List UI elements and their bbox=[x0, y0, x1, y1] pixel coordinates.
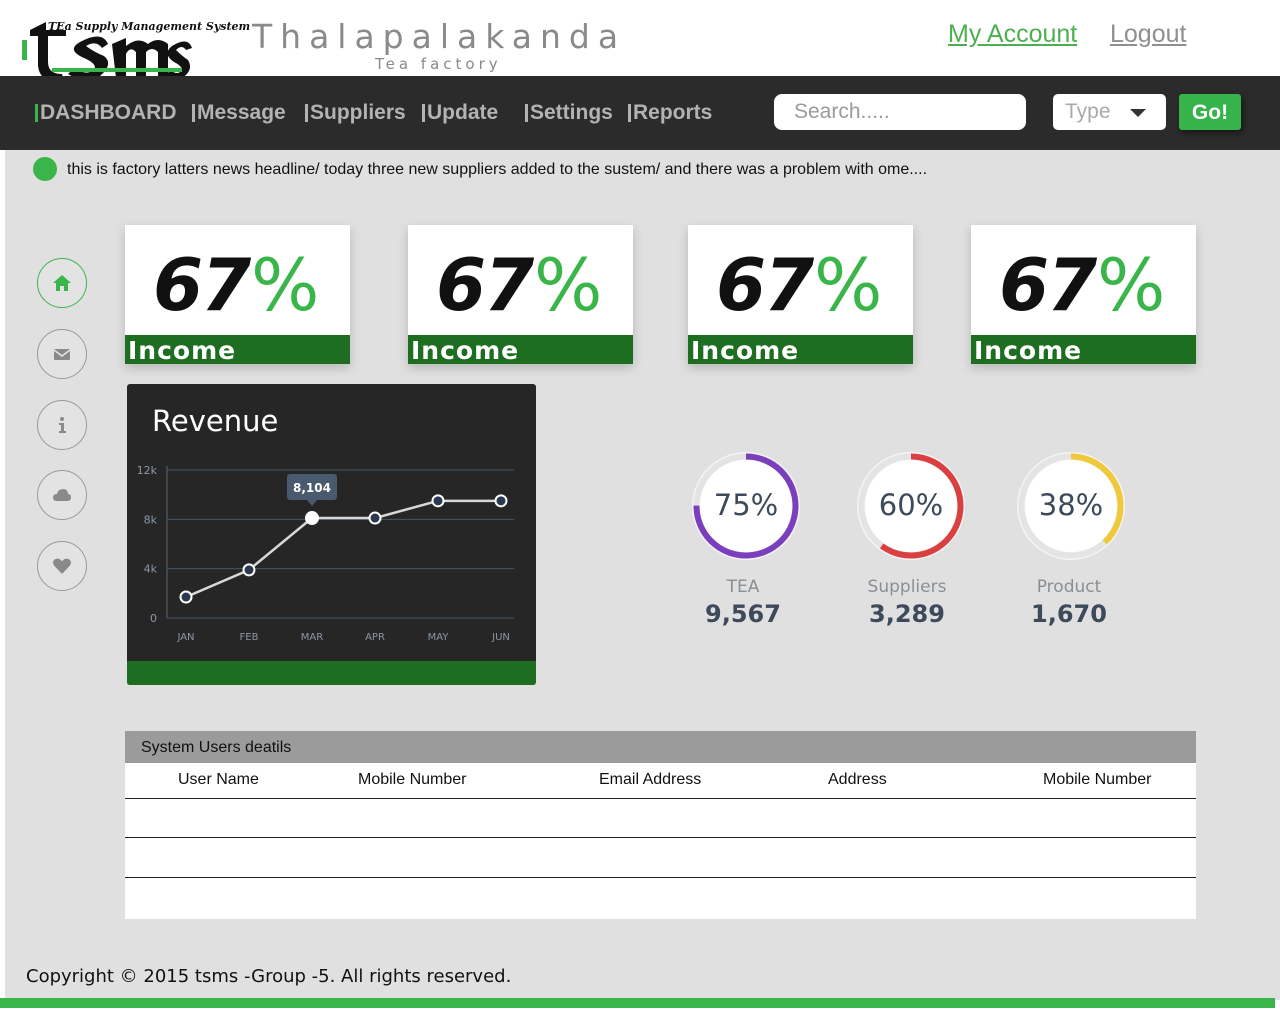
x-tick-label: JUN bbox=[491, 632, 510, 643]
stat-card: 67 % Income bbox=[971, 225, 1196, 365]
home-icon bbox=[53, 275, 71, 291]
product-progress-ring: 38% bbox=[1015, 450, 1127, 562]
stat-value: 67 bbox=[436, 243, 534, 327]
x-tick-label: JAN bbox=[176, 632, 194, 643]
search-input[interactable] bbox=[774, 94, 1014, 130]
suppliers-progress-ring: 60% bbox=[855, 450, 967, 562]
type-dropdown-label: Type bbox=[1065, 100, 1111, 123]
go-button[interactable]: Go! bbox=[1179, 94, 1241, 130]
y-tick-label: 4k bbox=[144, 563, 158, 576]
data-point bbox=[368, 511, 382, 525]
revenue-chart: 0 4k 8k 12k JAN FEB MAR APR MAY JUN 8,104 bbox=[137, 464, 514, 643]
stat-label: Income bbox=[128, 336, 237, 365]
heart-icon bbox=[53, 558, 71, 574]
sidebar-cloud-button[interactable] bbox=[37, 470, 87, 520]
news-indicator-icon bbox=[33, 157, 57, 181]
stat-unit: % bbox=[1097, 243, 1166, 327]
revenue-footer-bar bbox=[127, 661, 536, 685]
logout-link[interactable]: Logout bbox=[1110, 20, 1186, 49]
table-title: System Users deatils bbox=[141, 739, 292, 756]
tooltip-pointer bbox=[307, 500, 317, 507]
factory-subtitle: Tea factory bbox=[375, 55, 502, 73]
column-header-user-name: User Name bbox=[178, 771, 259, 788]
stat-card: 67 % Income bbox=[125, 225, 350, 365]
ring-count: 9,567 bbox=[705, 600, 781, 628]
stat-bar: Income bbox=[125, 335, 350, 365]
footer-accent-bar bbox=[0, 998, 1275, 1008]
stat-label: Income bbox=[974, 336, 1083, 365]
stat-card: 67 % Income bbox=[408, 225, 633, 365]
column-header-mobile-number-2: Mobile Number bbox=[1043, 771, 1152, 788]
y-tick-label: 12k bbox=[137, 464, 158, 477]
tea-progress-ring: 75% bbox=[690, 450, 802, 562]
table-row-divider bbox=[125, 798, 1196, 799]
stat-label: Income bbox=[691, 336, 800, 365]
stat-unit: % bbox=[251, 243, 320, 327]
stat-value: 67 bbox=[716, 243, 814, 327]
nav-settings[interactable]: Settings bbox=[525, 101, 613, 125]
stat-value: 67 bbox=[153, 243, 251, 327]
sidebar-favorites-button[interactable] bbox=[37, 541, 87, 591]
column-header-mobile-number: Mobile Number bbox=[358, 771, 467, 788]
column-header-email-address: Email Address bbox=[599, 771, 702, 788]
table-row-divider bbox=[125, 837, 1196, 838]
ring-percent: 60% bbox=[878, 488, 944, 522]
nav-update[interactable]: Update bbox=[422, 101, 498, 125]
stat-value: 67 bbox=[999, 243, 1097, 327]
stat-unit: % bbox=[534, 243, 603, 327]
revenue-panel: Revenue 0 4k 8k 12k JAN FEB MAR APR MAY JUN 8,104 bbox=[127, 384, 536, 685]
logo-tagline: TEa Supply Management System bbox=[48, 20, 251, 33]
cloud-icon bbox=[53, 489, 71, 501]
ring-percent: 38% bbox=[1038, 488, 1104, 522]
system-users-table: System Users deatils User Name Mobile Nu… bbox=[125, 731, 1196, 919]
stat-unit: % bbox=[814, 243, 883, 327]
copyright-text: Copyright © 2015 tsms -Group -5. All rig… bbox=[26, 966, 512, 987]
caret-down-icon bbox=[1130, 109, 1146, 117]
nav-dashboard[interactable]: DASHBOARD bbox=[35, 101, 177, 125]
data-point bbox=[494, 494, 508, 508]
table-title-bar: System Users deatils bbox=[125, 731, 1196, 763]
ring-count: 1,670 bbox=[1031, 600, 1107, 628]
search-box bbox=[774, 94, 1026, 130]
table-row-divider bbox=[125, 877, 1196, 878]
revenue-series-line bbox=[185, 499, 501, 599]
x-tick-label: MAR bbox=[301, 632, 323, 643]
mail-icon bbox=[53, 349, 71, 360]
data-point bbox=[431, 494, 445, 508]
column-header-address: Address bbox=[828, 771, 887, 788]
data-point bbox=[242, 563, 256, 577]
ring-percent: 75% bbox=[713, 488, 779, 522]
factory-name: Thalapalakanda bbox=[252, 17, 627, 56]
nav-message[interactable]: Message bbox=[192, 101, 286, 125]
info-icon bbox=[59, 417, 66, 433]
stat-bar: Income bbox=[688, 335, 913, 365]
ring-label: TEA bbox=[726, 577, 760, 597]
sidebar-info-button[interactable] bbox=[37, 400, 87, 450]
news-headline: this is factory latters news headline/ t… bbox=[67, 161, 928, 178]
nav-reports[interactable]: Reports bbox=[628, 101, 712, 125]
stat-bar: Income bbox=[971, 335, 1196, 365]
ring-label: Product bbox=[1036, 577, 1102, 597]
sidebar-home-button[interactable] bbox=[37, 258, 87, 308]
stat-card: 67 % Income bbox=[688, 225, 913, 365]
tooltip-value: 8,104 bbox=[293, 481, 331, 495]
my-account-link[interactable]: My Account bbox=[948, 20, 1077, 49]
stat-label: Income bbox=[411, 336, 520, 365]
x-tick-label: MAY bbox=[428, 632, 450, 643]
ring-count: 3,289 bbox=[869, 600, 945, 628]
data-point bbox=[305, 511, 319, 526]
ring-label: Suppliers bbox=[867, 577, 947, 597]
sidebar-mail-button[interactable] bbox=[37, 329, 87, 379]
type-dropdown[interactable]: Type bbox=[1053, 94, 1166, 130]
y-tick-label: 0 bbox=[150, 612, 157, 625]
stat-bar: Income bbox=[408, 335, 633, 365]
nav-suppliers[interactable]: Suppliers bbox=[305, 101, 406, 125]
x-tick-label: FEB bbox=[240, 632, 259, 643]
header bbox=[0, 0, 1280, 76]
x-tick-label: APR bbox=[365, 632, 385, 643]
y-tick-label: 8k bbox=[144, 513, 158, 526]
data-point bbox=[179, 590, 193, 604]
